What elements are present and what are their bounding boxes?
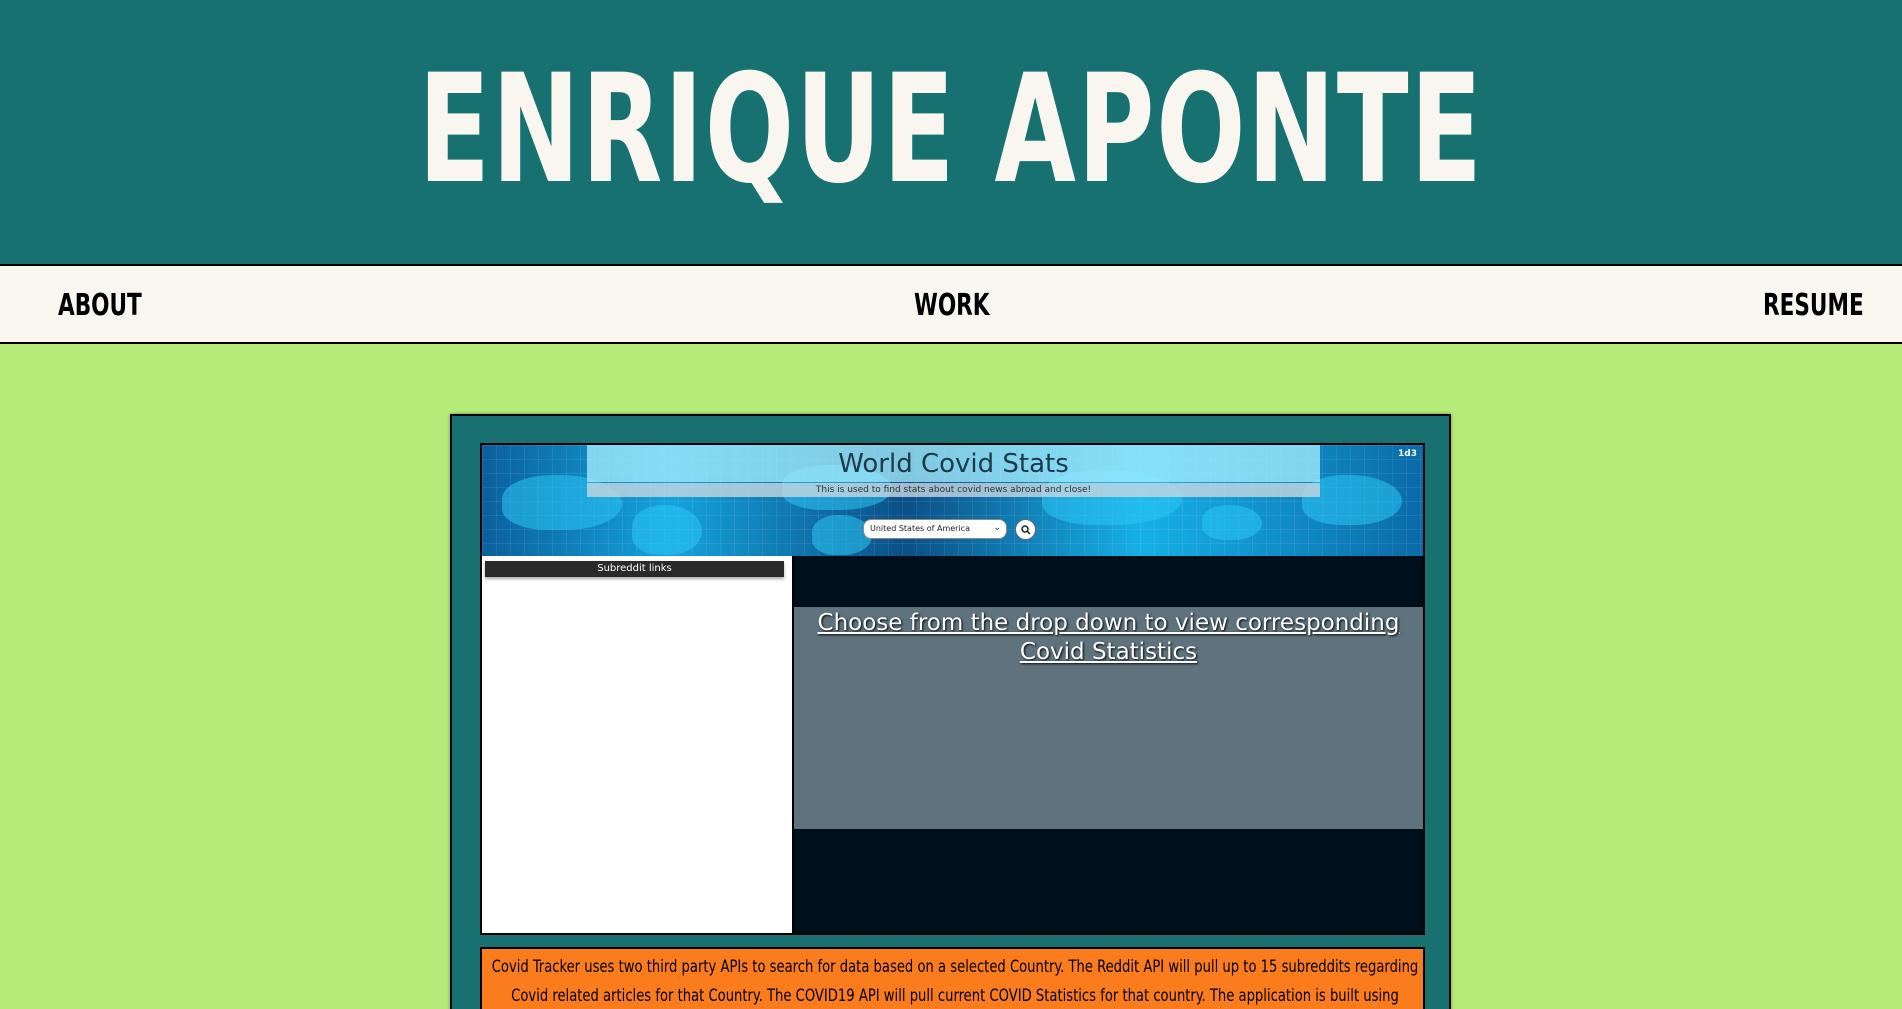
subreddit-header: Subreddit links xyxy=(485,561,784,577)
project-title-box: World Covid Stats xyxy=(587,445,1320,482)
world-map-banner: World Covid Stats This is used to find s… xyxy=(482,445,1423,556)
project-card: World Covid Stats This is used to find s… xyxy=(450,414,1451,1009)
chevron-down-icon: ⌄ xyxy=(993,523,1001,533)
search-icon xyxy=(1020,524,1031,535)
nav-about-link[interactable]: ABOUT xyxy=(58,288,142,323)
nav-resume-link[interactable]: RESUME xyxy=(1763,288,1864,323)
project-subtitle: This is used to find stats about covid n… xyxy=(815,485,1092,495)
country-select-value: United States of America xyxy=(870,524,970,533)
corner-tag: 1d3 xyxy=(1398,449,1417,459)
site-title: ENRIQUE APONTE xyxy=(418,43,1484,217)
stats-panel: Choose from the drop down to view corres… xyxy=(794,607,1423,829)
country-select[interactable]: United States of America ⌄ xyxy=(863,519,1007,539)
site-header: ENRIQUE APONTE xyxy=(0,0,1902,264)
project-title: World Covid Stats xyxy=(838,448,1069,479)
main-nav: ABOUT WORK RESUME xyxy=(0,264,1902,344)
subreddit-panel: Subreddit links xyxy=(482,556,794,933)
project-description: Covid Tracker uses two third party APIs … xyxy=(480,947,1425,1009)
project-screenshot[interactable]: World Covid Stats This is used to find s… xyxy=(480,443,1425,935)
stats-message: Choose from the drop down to view corres… xyxy=(817,610,1400,665)
nav-work-link[interactable]: WORK xyxy=(914,288,990,323)
project-subtitle-box: This is used to find stats about covid n… xyxy=(587,483,1320,497)
search-button[interactable] xyxy=(1015,519,1036,540)
project-description-text: Covid Tracker uses two third party APIs … xyxy=(491,957,1419,1006)
